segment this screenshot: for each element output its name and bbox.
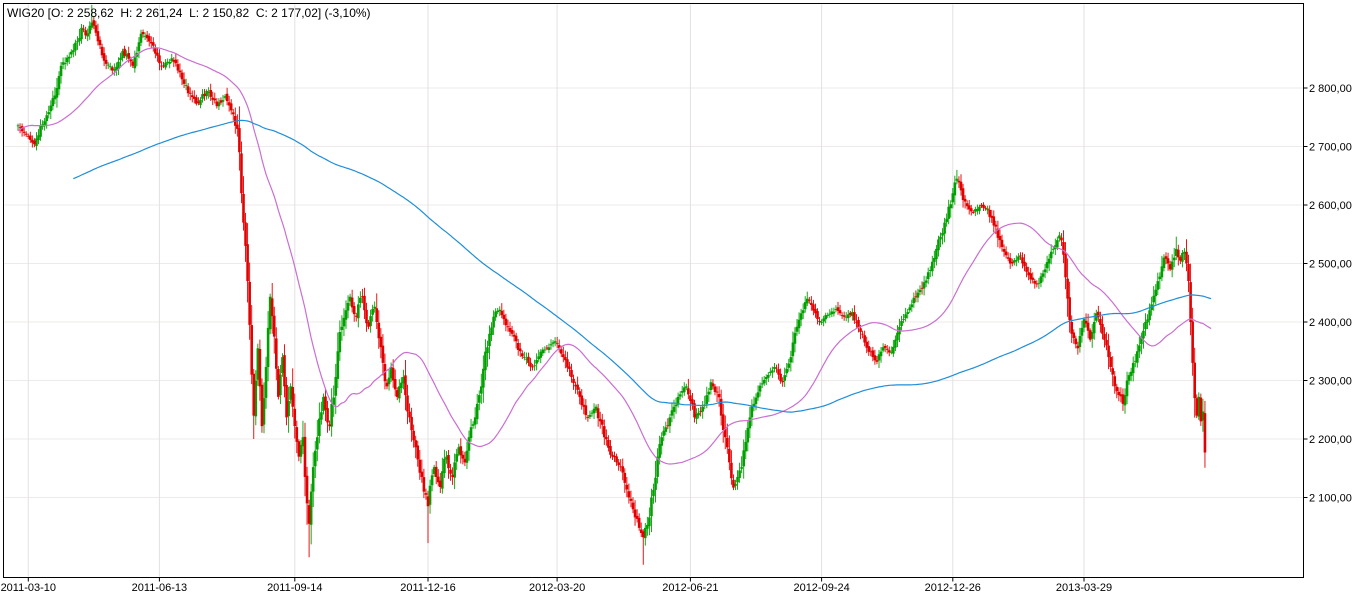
- y-tick-label: 2 800,00: [1309, 83, 1352, 95]
- chart-window: 2 800,00 2 700,00 2 600,00 2 500,00 2 400,00…: [0, 0, 1355, 598]
- x-tick-label: 2012-03-20: [529, 582, 585, 594]
- horizontal-gridlines: [4, 87, 1303, 498]
- x-tick-label: 2013-03-29: [1056, 582, 1112, 594]
- y-axis-labels: 2 800,00 2 700,00 2 600,00 2 500,00 2 400,00…: [1309, 83, 1352, 505]
- y-tick-label: 2 300,00: [1309, 376, 1352, 388]
- x-tick-label: 2011-03-10: [1, 582, 56, 594]
- up-candle-wicks: [17, 4, 1204, 546]
- ohlc-legend: WIG20 [O: 2 258,62 H: 2 261,24 L: 2 150,…: [7, 6, 371, 20]
- axis-tick-marks: [27, 87, 1308, 582]
- down-candle-wicks: [19, 16, 1206, 565]
- x-tick-label: 2012-06-21: [662, 582, 718, 594]
- x-tick-label: 2012-09-24: [793, 582, 849, 594]
- y-tick-label: 2 100,00: [1309, 493, 1352, 505]
- y-tick-label: 2 400,00: [1309, 317, 1352, 329]
- ma-fast-line: [17, 47, 1212, 465]
- y-tick-label: 2 200,00: [1309, 434, 1352, 446]
- y-tick-label: 2 700,00: [1309, 142, 1352, 154]
- x-tick-label: 2011-06-13: [132, 582, 187, 594]
- x-tick-label: 2011-09-14: [267, 582, 322, 594]
- y-tick-label: 2 500,00: [1309, 259, 1352, 271]
- ma-slow-line: [73, 119, 1212, 413]
- x-axis-labels: 2011-03-10 2011-06-13 2011-09-14 2011-12-16…: [1, 582, 1113, 594]
- x-tick-label: 2012-12-26: [925, 582, 981, 594]
- x-tick-label: 2011-12-16: [400, 582, 455, 594]
- y-tick-label: 2 600,00: [1309, 200, 1352, 212]
- candlestick-chart-canvas: 2 800,00 2 700,00 2 600,00 2 500,00 2 400,00…: [1, 3, 1352, 594]
- vertical-gridlines: [27, 4, 1085, 577]
